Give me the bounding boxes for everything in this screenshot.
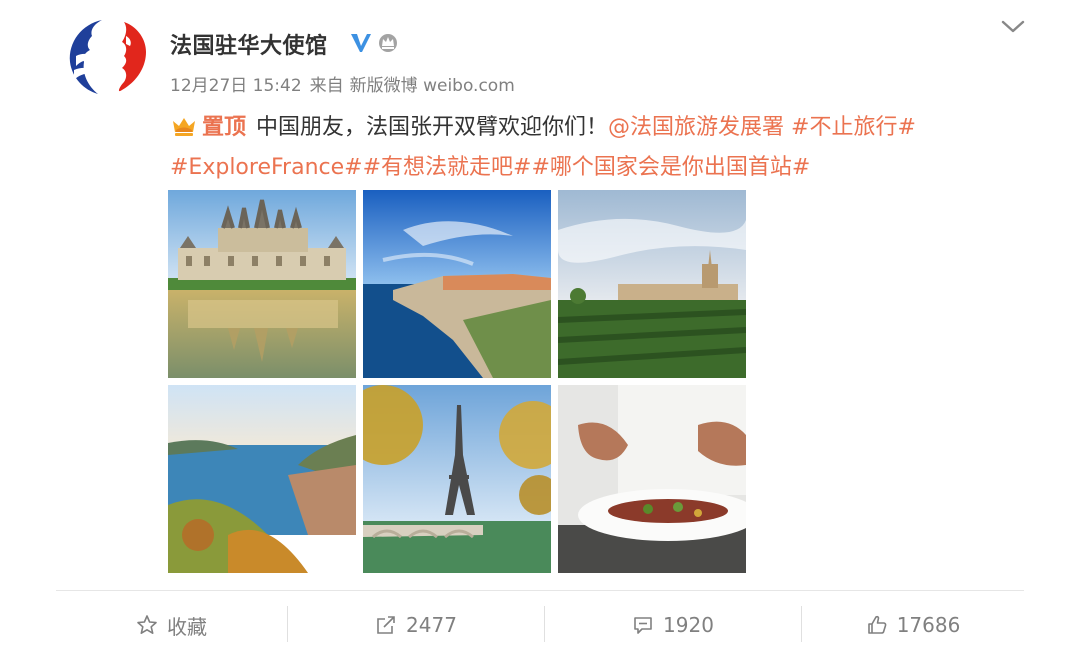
author-name[interactable]: 法国驻华大使馆 xyxy=(170,28,328,60)
post-main-text: 中国朋友，法国张开双臂欢迎你们！ xyxy=(256,115,609,140)
mention-link[interactable]: @法国旅游发展署 xyxy=(608,115,784,140)
eiffel-tower-photo[interactable] xyxy=(363,385,551,573)
like-button[interactable]: 17686 xyxy=(802,605,1024,645)
pinned-label: 置顶 xyxy=(202,115,247,140)
topic-link[interactable]: #不止旅行# xyxy=(791,115,916,140)
avatar-logo xyxy=(69,20,146,94)
star-icon xyxy=(137,615,157,634)
crown-badge-icon[interactable] xyxy=(376,31,400,53)
favorite-label: 收藏 xyxy=(167,614,207,639)
share-icon xyxy=(377,616,395,634)
thumbs-up-icon xyxy=(867,615,887,634)
topic-link[interactable]: #有想法就走吧# xyxy=(363,155,532,180)
chevron-down-icon[interactable] xyxy=(1000,18,1026,36)
repost-button[interactable]: 2477 xyxy=(288,605,544,645)
riviera-bay-photo[interactable] xyxy=(168,385,356,573)
coastal-cliff-photo[interactable] xyxy=(363,190,551,378)
chef-plating-photo[interactable] xyxy=(558,385,746,573)
source-prefix: 来自 xyxy=(309,76,344,96)
avatar[interactable] xyxy=(62,16,158,98)
like-count: 17686 xyxy=(896,613,961,637)
chateau-photo[interactable] xyxy=(168,190,356,378)
repost-count: 2477 xyxy=(406,613,457,637)
post-source[interactable]: 新版微博 weibo.com xyxy=(350,76,515,96)
topic-link[interactable]: #ExploreFrance# xyxy=(170,155,363,180)
favorite-button[interactable]: 收藏 xyxy=(56,605,287,645)
comment-button[interactable]: 1920 xyxy=(545,605,801,645)
pin-crown-icon xyxy=(173,118,195,136)
footer-divider xyxy=(56,590,1024,591)
verified-icon xyxy=(351,34,371,52)
post-meta: 12月27日 15:42 来自 新版微博 weibo.com xyxy=(170,71,523,96)
post-time[interactable]: 12月27日 15:42 xyxy=(170,76,302,96)
topic-link[interactable]: #哪个国家会是你出国首站# xyxy=(531,155,810,180)
vineyard-photo[interactable] xyxy=(558,190,746,378)
post-text: 置顶 中国朋友，法国张开双臂欢迎你们！@法国旅游发展署 #不止旅行# #Explor… xyxy=(170,108,1000,188)
photo-grid xyxy=(168,190,748,574)
comment-count: 1920 xyxy=(663,613,714,637)
comment-icon xyxy=(634,617,652,634)
